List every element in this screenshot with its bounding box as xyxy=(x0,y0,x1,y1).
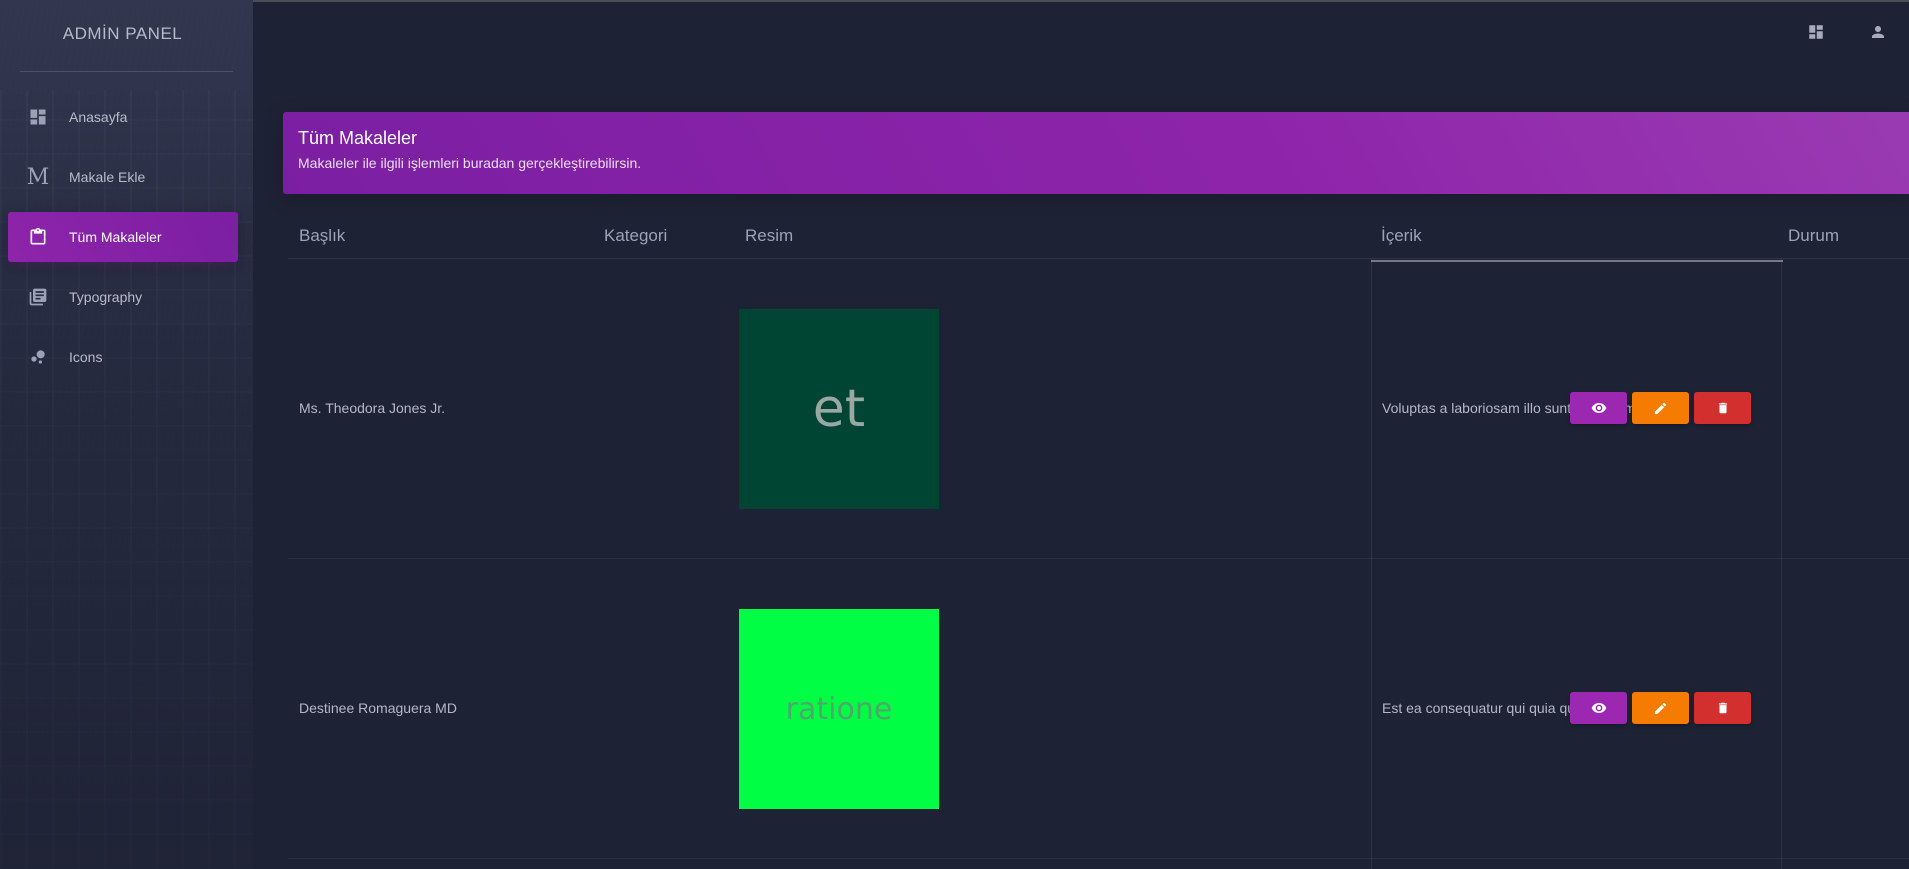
library-books-icon xyxy=(27,286,49,308)
person-icon[interactable] xyxy=(1867,21,1889,43)
top-navbar-icons xyxy=(1805,21,1889,43)
article-thumbnail: ratione xyxy=(739,609,939,809)
card-title: Tüm Makaleler xyxy=(298,128,418,148)
view-button[interactable] xyxy=(1570,392,1627,424)
cell-title: Ms. Theodora Jones Jr. xyxy=(299,400,446,416)
sidebar-item-typography[interactable]: Typography xyxy=(8,272,238,322)
column-header-content[interactable]: İçerik xyxy=(1371,226,1780,262)
table-row: Destinee Romaguera MD ratione Est ea con… xyxy=(288,559,1909,859)
cell-title: Destinee Romaguera MD xyxy=(299,700,457,716)
sidebar: ADMİN PANEL Anasayfa M Makale Ekle Tüm M… xyxy=(0,0,253,869)
trash-icon xyxy=(1718,702,1727,714)
sidebar-item-tum-makaleler[interactable]: Tüm Makaleler xyxy=(8,212,238,262)
trash-icon xyxy=(1718,402,1727,414)
sidebar-item-label: Typography xyxy=(69,289,143,305)
edit-button[interactable] xyxy=(1632,692,1689,724)
sidebar-item-icons[interactable]: Icons xyxy=(8,332,238,382)
view-button[interactable] xyxy=(1570,692,1627,724)
cell-content: Est ea consequatur qui quia quia. xyxy=(1382,700,1590,716)
column-header-image[interactable]: Resim xyxy=(745,226,793,246)
column-header-status[interactable]: Durum xyxy=(1788,226,1839,246)
sidebar-item-label: Makale Ekle xyxy=(69,169,146,185)
m-letter-icon: M xyxy=(26,164,50,190)
sidebar-item-label: Icons xyxy=(69,349,103,365)
delete-button[interactable] xyxy=(1694,392,1751,424)
thumbnail-text: et xyxy=(812,379,866,439)
card-subtitle: Makaleler ile ilgili işlemleri buradan g… xyxy=(298,155,642,171)
main-content: Tüm Makaleler Makaleler ile ilgili işlem… xyxy=(253,0,1909,869)
thumbnail-text: ratione xyxy=(785,691,893,727)
delete-button[interactable] xyxy=(1694,692,1751,724)
row-actions xyxy=(1570,392,1751,424)
eye-icon xyxy=(1591,403,1606,413)
article-thumbnail: et xyxy=(739,309,939,509)
column-header-title[interactable]: Başlık xyxy=(299,226,345,246)
sidebar-divider xyxy=(20,71,233,72)
sidebar-item-label: Anasayfa xyxy=(69,109,128,125)
sidebar-item-anasayfa[interactable]: Anasayfa xyxy=(8,92,238,142)
pencil-icon xyxy=(1654,702,1667,714)
sidebar-nav: Anasayfa M Makale Ekle Tüm Makaleler Typ… xyxy=(8,92,238,392)
card-header: Tüm Makaleler Makaleler ile ilgili işlem… xyxy=(283,112,1909,194)
bubble-chart-icon xyxy=(27,346,49,368)
articles-table: Başlık Kategori Resim İçerik Durum Ms. T… xyxy=(288,210,1909,859)
column-header-category[interactable]: Kategori xyxy=(604,226,667,246)
dashboard-icon xyxy=(27,106,49,128)
table-header: Başlık Kategori Resim İçerik Durum xyxy=(288,210,1909,262)
eye-icon xyxy=(1591,703,1606,713)
table-row: Ms. Theodora Jones Jr. et Voluptas a lab… xyxy=(288,259,1909,559)
brand-logo[interactable]: ADMİN PANEL xyxy=(0,24,245,44)
sidebar-item-label: Tüm Makaleler xyxy=(69,229,162,245)
row-actions xyxy=(1570,692,1751,724)
dashboard-icon[interactable] xyxy=(1805,21,1827,43)
edit-button[interactable] xyxy=(1632,392,1689,424)
clipboard-icon xyxy=(27,226,49,248)
pencil-icon xyxy=(1654,402,1667,414)
sidebar-item-makale-ekle[interactable]: M Makale Ekle xyxy=(8,152,238,202)
